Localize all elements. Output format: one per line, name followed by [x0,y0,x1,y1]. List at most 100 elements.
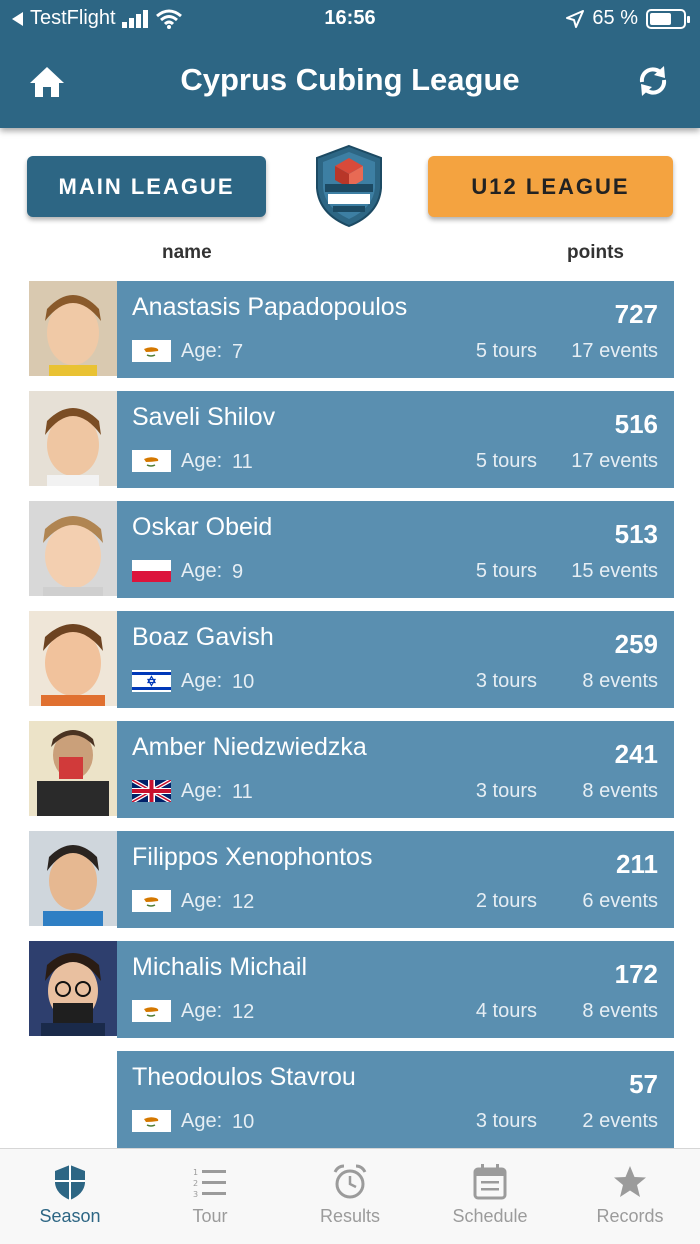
player-avatar [29,941,117,1036]
player-tours: 3 tours [475,780,537,802]
player-events: 8 events [582,1000,658,1022]
player-name: Filippos Xenophontos [132,843,373,871]
tab-season[interactable]: Season [0,1149,140,1244]
cyprus-flag-icon [132,450,171,472]
shield-icon [55,1165,85,1200]
tab-schedule[interactable]: Schedule [420,1149,560,1244]
cyprus-flag-icon [132,890,171,912]
player-age: 11 [232,781,253,803]
refresh-icon [639,66,667,96]
player-points: 172 [614,959,658,989]
age-label: Age: [181,340,223,362]
list-item: Anastasis Papadopoulos 727 Age: 7 5 tour… [0,281,700,378]
location-arrow-icon [566,9,585,28]
svg-text:3: 3 [193,1190,198,1199]
player-avatar [29,721,117,816]
column-header-points: points [567,242,624,263]
player-card[interactable]: Theodoulos Stavrou 57 Age: 10 3 tours 2 … [117,1051,674,1148]
battery-fill [650,12,671,25]
player-events: 17 events [571,450,658,472]
tab-results[interactable]: Results [280,1149,420,1244]
star-icon [614,1166,646,1197]
player-name: Amber Niedzwiedzka [132,733,367,761]
cubing-league-logo [313,144,385,228]
player-card[interactable]: Oskar Obeid 513 Age: 9 5 tours 15 events [117,501,674,598]
tab-label: Season [39,1206,101,1226]
age-label: Age: [181,1110,223,1132]
player-points: 57 [629,1069,658,1099]
age-label: Age: [181,780,223,802]
tab-label: Results [319,1206,381,1226]
cyprus-flag-icon [132,340,171,362]
player-age: 12 [232,1001,255,1023]
status-bar: TestFlight 16:56 65 % [0,0,700,36]
cyprus-flag-icon [132,1110,171,1132]
player-card[interactable]: Michalis Michail 172 Age: 12 4 tours 8 e… [117,941,674,1038]
player-avatar [29,281,117,376]
uk-flag-icon [132,780,171,802]
app-header: TestFlight 16:56 65 % Cyprus Cubing Leag… [0,0,700,128]
list-item: Filippos Xenophontos 211 Age: 12 2 tours… [0,831,700,928]
player-name: Saveli Shilov [132,403,276,431]
player-name: Anastasis Papadopoulos [132,293,408,321]
list-item: Saveli Shilov 516 Age: 11 5 tours 17 eve… [0,391,700,488]
player-card[interactable]: Saveli Shilov 516 Age: 11 5 tours 17 eve… [117,391,674,488]
cyprus-flag-icon [132,1000,171,1022]
player-age: 10 [232,1111,255,1133]
alarm-clock-icon [333,1164,367,1199]
age-label: Age: [181,670,223,692]
calendar-icon [473,1164,507,1200]
numbered-list-icon: 1 2 3 [193,1168,226,1199]
player-age: 10 [232,671,255,693]
player-points: 513 [614,519,658,549]
player-tours: 3 tours [475,670,537,692]
player-name: Oskar Obeid [132,513,273,541]
svg-text:1: 1 [193,1168,198,1177]
age-label: Age: [181,890,223,912]
player-tours: 4 tours [475,1000,537,1022]
tab-label: Records [596,1206,664,1226]
player-card[interactable]: Boaz Gavish 259 Age: 10 3 tours 8 events [117,611,674,708]
list-item: Theodoulos Stavrou 57 Age: 10 3 tours 2 … [0,1051,700,1148]
player-name: Theodoulos Stavrou [132,1063,356,1091]
israel-flag-icon [132,670,171,692]
tab-tour[interactable]: 1 2 3 Tour [140,1149,280,1244]
player-card[interactable]: Filippos Xenophontos 211 Age: 12 2 tours… [117,831,674,928]
list-item: Boaz Gavish 259 Age: 10 3 tours 8 events [0,611,700,708]
player-events: 6 events [582,890,658,912]
refresh-button[interactable] [634,62,672,100]
player-age: 9 [232,561,244,583]
status-right: 65 % [566,7,690,30]
player-points: 516 [614,409,658,439]
list-item: Amber Niedzwiedzka 241 Age: 11 3 tours 8… [0,721,700,818]
player-events: 2 events [582,1110,658,1132]
player-events: 15 events [571,560,658,582]
u12-league-button[interactable]: U12 LEAGUE [428,156,673,217]
player-tours: 5 tours [475,560,537,582]
player-tours: 5 tours [475,340,537,362]
page-title: Cyprus Cubing League [180,62,520,97]
player-points: 241 [614,739,658,769]
player-events: 17 events [571,340,658,362]
player-points: 259 [614,629,658,659]
player-events: 8 events [582,670,658,692]
tab-records[interactable]: Records [560,1149,700,1244]
tab-bar: Season 1 2 3 Tour Results Schedule Recor… [0,1148,700,1244]
battery-percent: 65 % [592,7,638,29]
player-events: 8 events [582,780,658,802]
poland-flag-icon [132,560,171,582]
tab-label: Schedule [452,1206,528,1226]
list-item: Oskar Obeid 513 Age: 9 5 tours 15 events [0,501,700,598]
tab-label: Tour [192,1206,228,1226]
player-tours: 2 tours [475,890,537,912]
player-card[interactable]: Amber Niedzwiedzka 241 Age: 11 3 tours 8… [117,721,674,818]
player-name: Michalis Michail [132,953,308,981]
battery-icon [646,8,690,29]
main-league-button[interactable]: MAIN LEAGUE [27,156,266,217]
player-age: 7 [232,341,244,363]
player-card[interactable]: Anastasis Papadopoulos 727 Age: 7 5 tour… [117,281,674,378]
svg-text:2: 2 [193,1179,198,1188]
player-age: 11 [232,451,253,473]
player-tours: 5 tours [475,450,537,472]
age-label: Age: [181,450,223,472]
